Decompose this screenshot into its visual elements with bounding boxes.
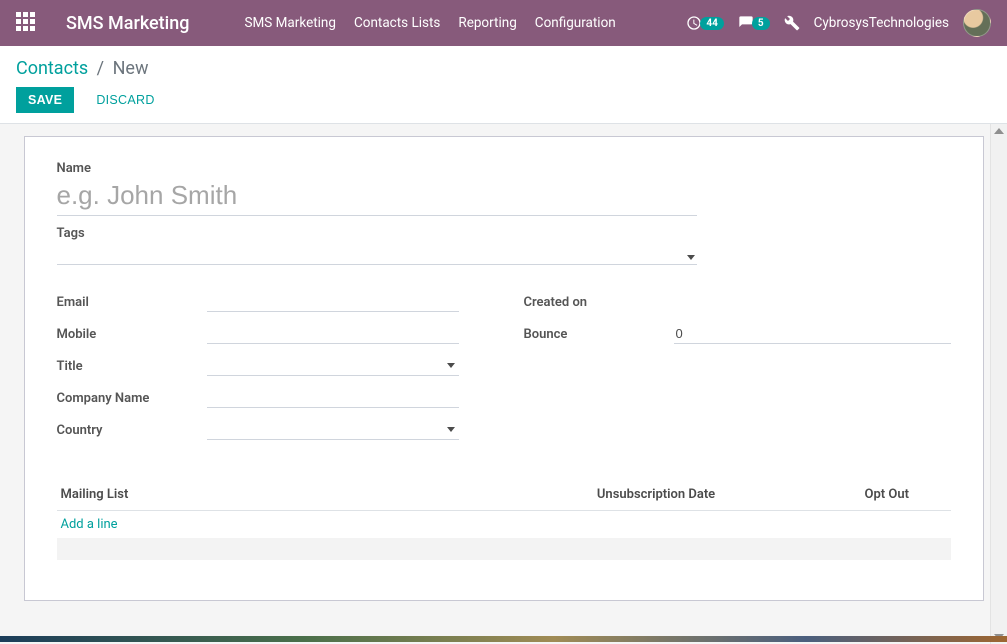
activity-badge: 44 xyxy=(700,17,723,30)
menu-reporting[interactable]: Reporting xyxy=(458,15,516,31)
col-unsub-date: Unsubscription Date xyxy=(593,479,861,511)
chevron-down-icon[interactable] xyxy=(447,363,455,368)
add-a-line-link[interactable]: Add a line xyxy=(61,517,118,532)
bounce-label: Bounce xyxy=(524,327,674,342)
breadcrumb-current: New xyxy=(113,58,149,79)
avatar[interactable] xyxy=(963,9,991,37)
activity-indicator[interactable]: 44 xyxy=(686,15,723,31)
mobile-field[interactable] xyxy=(207,324,459,344)
chevron-down-icon xyxy=(687,255,695,260)
scroll-up-icon[interactable] xyxy=(994,128,1004,134)
company-name-label: Company Name xyxy=(57,391,207,406)
table-row: Add a line xyxy=(57,511,951,539)
country-field[interactable] xyxy=(207,420,459,440)
col-mailing-list: Mailing List xyxy=(57,479,593,511)
title-label: Title xyxy=(57,359,207,374)
title-field[interactable] xyxy=(207,356,459,376)
app-brand[interactable]: SMS Marketing xyxy=(66,13,189,34)
top-navbar: SMS Marketing SMS Marketing Contacts Lis… xyxy=(0,0,1007,46)
name-field[interactable] xyxy=(57,176,697,216)
discard-button[interactable]: DISCARD xyxy=(84,87,166,113)
col-opt-out: Opt Out xyxy=(861,479,951,511)
main-menu: SMS Marketing Contacts Lists Reporting C… xyxy=(244,15,615,31)
email-field[interactable] xyxy=(207,292,459,312)
breadcrumb: Contacts / New xyxy=(16,58,991,79)
mailing-list-table: Mailing List Unsubscription Date Opt Out… xyxy=(57,479,951,560)
window-bottom-edge xyxy=(0,636,1007,642)
company-name-field[interactable] xyxy=(207,388,459,408)
email-label: Email xyxy=(57,295,207,310)
breadcrumb-parent[interactable]: Contacts xyxy=(16,58,88,79)
mobile-label: Mobile xyxy=(57,327,207,342)
tags-field[interactable] xyxy=(57,241,697,265)
user-menu[interactable]: CybrosysTechnologies xyxy=(814,15,949,31)
control-panel: Contacts / New SAVE DISCARD xyxy=(0,46,1007,124)
messages-badge: 5 xyxy=(752,17,770,30)
scrollbar-track[interactable] xyxy=(990,124,1007,644)
chevron-down-icon[interactable] xyxy=(447,427,455,432)
menu-sms-marketing[interactable]: SMS Marketing xyxy=(244,15,335,31)
menu-contacts-lists[interactable]: Contacts Lists xyxy=(354,15,440,31)
breadcrumb-separator: / xyxy=(93,58,108,79)
created-on-label: Created on xyxy=(524,295,674,310)
menu-configuration[interactable]: Configuration xyxy=(535,15,616,31)
tags-label: Tags xyxy=(57,226,951,241)
apps-icon[interactable] xyxy=(16,12,38,34)
debug-icon[interactable] xyxy=(784,15,800,31)
save-button[interactable]: SAVE xyxy=(16,87,74,113)
bounce-field[interactable] xyxy=(674,324,951,344)
form-sheet: Name Tags Email Mobile Title xyxy=(24,136,984,601)
country-label: Country xyxy=(57,423,207,438)
name-label: Name xyxy=(57,161,951,176)
table-footer xyxy=(57,538,951,560)
messages-indicator[interactable]: 5 xyxy=(738,15,770,31)
form-view-scroll[interactable]: Name Tags Email Mobile Title xyxy=(0,124,1007,644)
